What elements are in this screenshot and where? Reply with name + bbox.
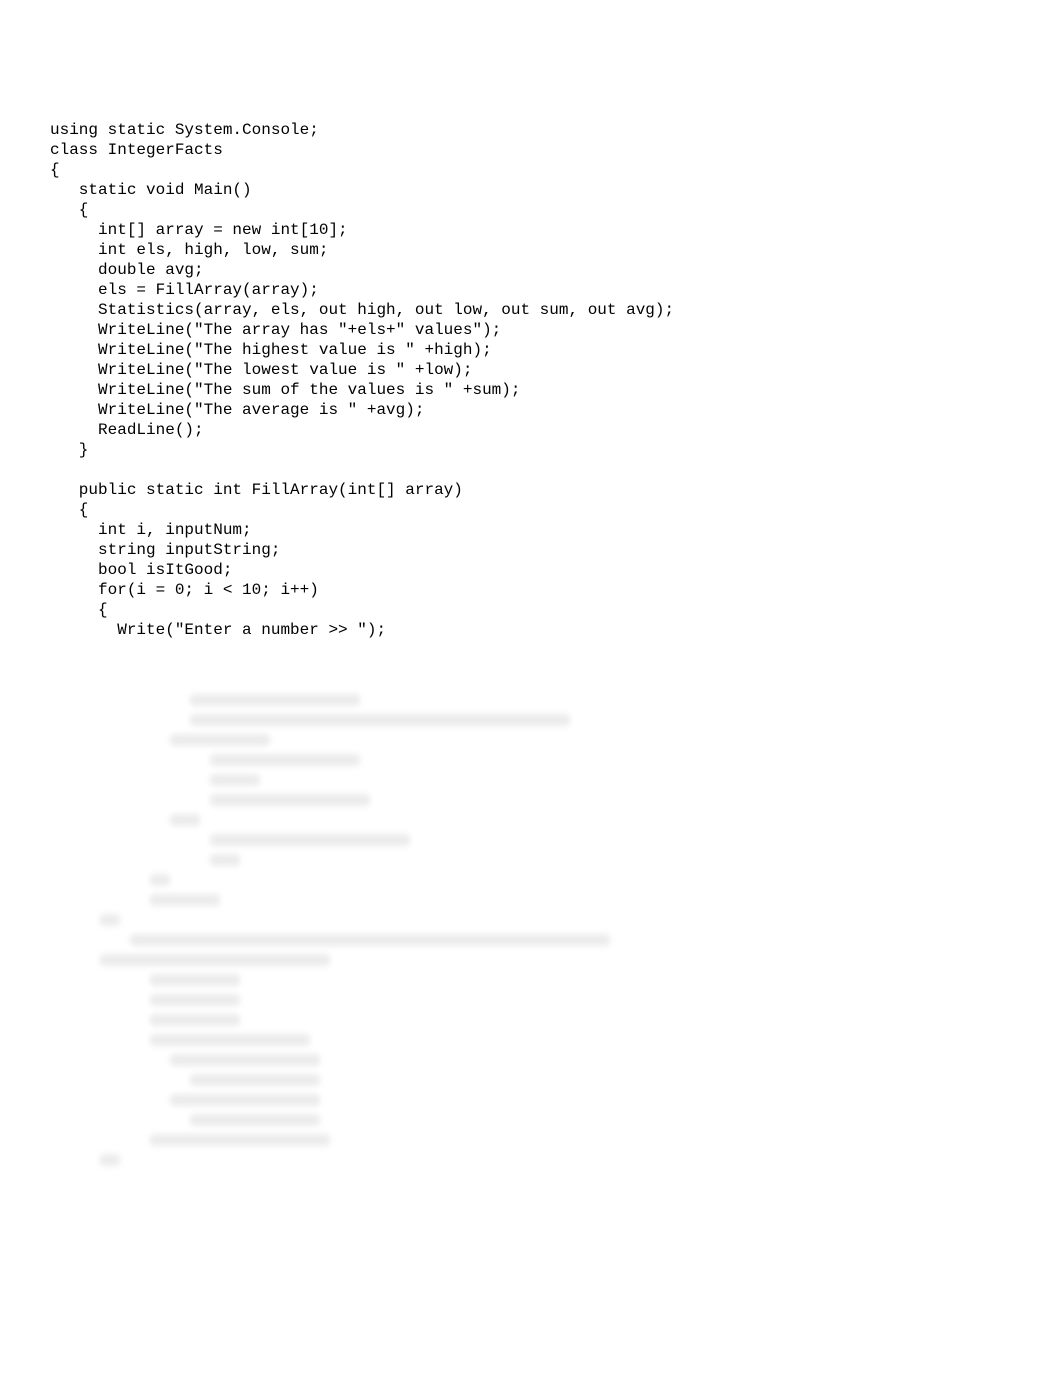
blurred-line xyxy=(150,1134,330,1146)
blurred-line xyxy=(190,1074,320,1086)
code-line: WriteLine("The sum of the values is " +s… xyxy=(50,380,1012,400)
blurred-line xyxy=(210,774,260,786)
blurred-line xyxy=(190,714,570,726)
code-line: Statistics(array, els, out high, out low… xyxy=(50,300,1012,320)
code-line: bool isItGood; xyxy=(50,560,1012,580)
code-line: using static System.Console; xyxy=(50,120,1012,140)
code-line: int els, high, low, sum; xyxy=(50,240,1012,260)
code-line: { xyxy=(50,600,1012,620)
code-line: for(i = 0; i < 10; i++) xyxy=(50,580,1012,600)
code-line: WriteLine("The lowest value is " +low); xyxy=(50,360,1012,380)
code-line: WriteLine("The highest value is " +high)… xyxy=(50,340,1012,360)
blurred-line xyxy=(210,834,410,846)
blurred-line xyxy=(210,754,360,766)
blurred-line xyxy=(100,914,120,926)
code-line: static void Main() xyxy=(50,180,1012,200)
code-line: int[] array = new int[10]; xyxy=(50,220,1012,240)
blurred-line xyxy=(170,734,270,746)
code-line: int i, inputNum; xyxy=(50,520,1012,540)
code-line: } xyxy=(50,440,1012,460)
blurred-line xyxy=(150,974,240,986)
blurred-line xyxy=(170,1054,320,1066)
code-block: using static System.Console;class Intege… xyxy=(50,120,1012,640)
code-line: { xyxy=(50,500,1012,520)
code-line: class IntegerFacts xyxy=(50,140,1012,160)
blurred-line xyxy=(150,894,220,906)
blurred-line xyxy=(150,874,170,886)
code-line: WriteLine("The array has "+els+" values"… xyxy=(50,320,1012,340)
code-line: double avg; xyxy=(50,260,1012,280)
code-line: string inputString; xyxy=(50,540,1012,560)
blurred-line xyxy=(100,954,330,966)
blurred-line xyxy=(170,1094,320,1106)
blurred-line xyxy=(130,934,610,946)
blurred-content-region xyxy=(50,680,1012,1166)
blurred-line xyxy=(150,994,240,1006)
blurred-line xyxy=(210,794,370,806)
code-line: WriteLine("The average is " +avg); xyxy=(50,400,1012,420)
blurred-line xyxy=(210,854,240,866)
document-page: using static System.Console;class Intege… xyxy=(0,0,1062,1234)
code-line xyxy=(50,460,1012,480)
code-line: { xyxy=(50,160,1012,180)
blurred-line xyxy=(150,1034,310,1046)
blurred-line xyxy=(150,1014,240,1026)
code-line: { xyxy=(50,200,1012,220)
blurred-line xyxy=(100,1154,120,1166)
code-line: public static int FillArray(int[] array) xyxy=(50,480,1012,500)
code-line: els = FillArray(array); xyxy=(50,280,1012,300)
blurred-line xyxy=(190,1114,320,1126)
code-line: Write("Enter a number >> "); xyxy=(50,620,1012,640)
blurred-line xyxy=(170,814,200,826)
code-line: ReadLine(); xyxy=(50,420,1012,440)
blurred-line xyxy=(190,694,360,706)
